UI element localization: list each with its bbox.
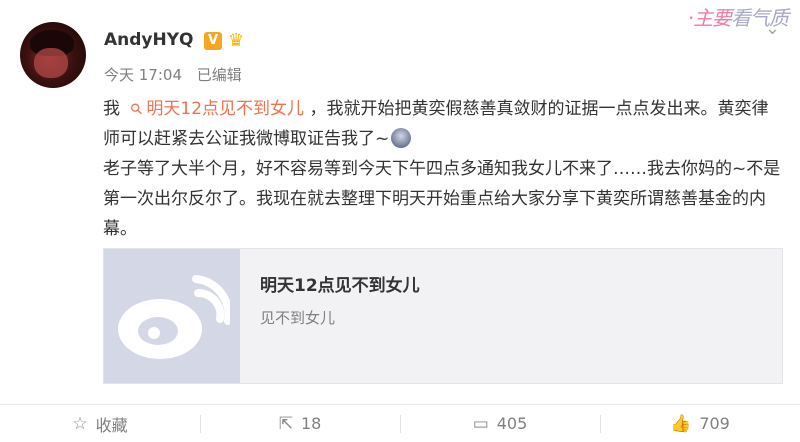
watermark-part1: ·主要 [687, 6, 732, 30]
timestamp[interactable]: 今天 17:04 [104, 66, 182, 84]
paragraph-2: 老子等了大半个月，好不容易等到今天下午四点多通知我女儿不来了……我去你妈的~不是… [103, 159, 781, 239]
like-button[interactable]: 👍 709 [600, 405, 800, 442]
action-bar: ☆ 收藏 ⇱ 18 ▭ 405 👍 709 [0, 404, 800, 442]
card-subtitle: 见不到女儿 [260, 309, 336, 327]
link-card[interactable]: 明天12点见不到女儿 见不到女儿 [103, 248, 783, 384]
repost-icon: ⇱ [278, 413, 293, 434]
emoji-icon [391, 128, 412, 148]
star-icon: ☆ [72, 413, 88, 434]
card-thumbnail [104, 249, 240, 383]
like-icon: 👍 [670, 413, 692, 434]
repost-count: 18 [300, 414, 322, 433]
crown-icon: ♛ [228, 30, 245, 51]
avatar-face [34, 48, 68, 78]
like-count: 709 [699, 414, 730, 433]
more-icon[interactable]: ⌄ [765, 18, 780, 39]
favorite-button[interactable]: ☆ 收藏 [0, 405, 200, 442]
verified-v-icon: V [204, 32, 222, 50]
repost-button[interactable]: ⇱ 18 [200, 405, 400, 442]
avatar[interactable] [20, 22, 86, 88]
card-title[interactable]: 明天12点见不到女儿 [260, 271, 420, 296]
topic-link[interactable]: 明天12点见不到女儿 [146, 99, 304, 119]
comment-count: 405 [496, 414, 528, 433]
post-meta: 今天 17:04 已编辑 [104, 64, 252, 85]
weibo-logo-icon [118, 275, 230, 359]
comment-button[interactable]: ▭ 405 [400, 405, 600, 442]
paragraph-1: 我 ⚲明天12点见不到女儿 ，我就开始把黄奕假慈善真敛财的证据一点点发出来。黄奕… [103, 94, 783, 154]
favorite-label: 收藏 [95, 415, 128, 435]
username[interactable]: AndyHYQ [104, 30, 194, 50]
post-content: 我 ⚲明天12点见不到女儿 ，我就开始把黄奕假慈善真敛财的证据一点点发出来。黄奕… [103, 94, 783, 244]
comment-icon: ▭ [472, 413, 489, 434]
edited-label[interactable]: 已编辑 [197, 66, 242, 84]
